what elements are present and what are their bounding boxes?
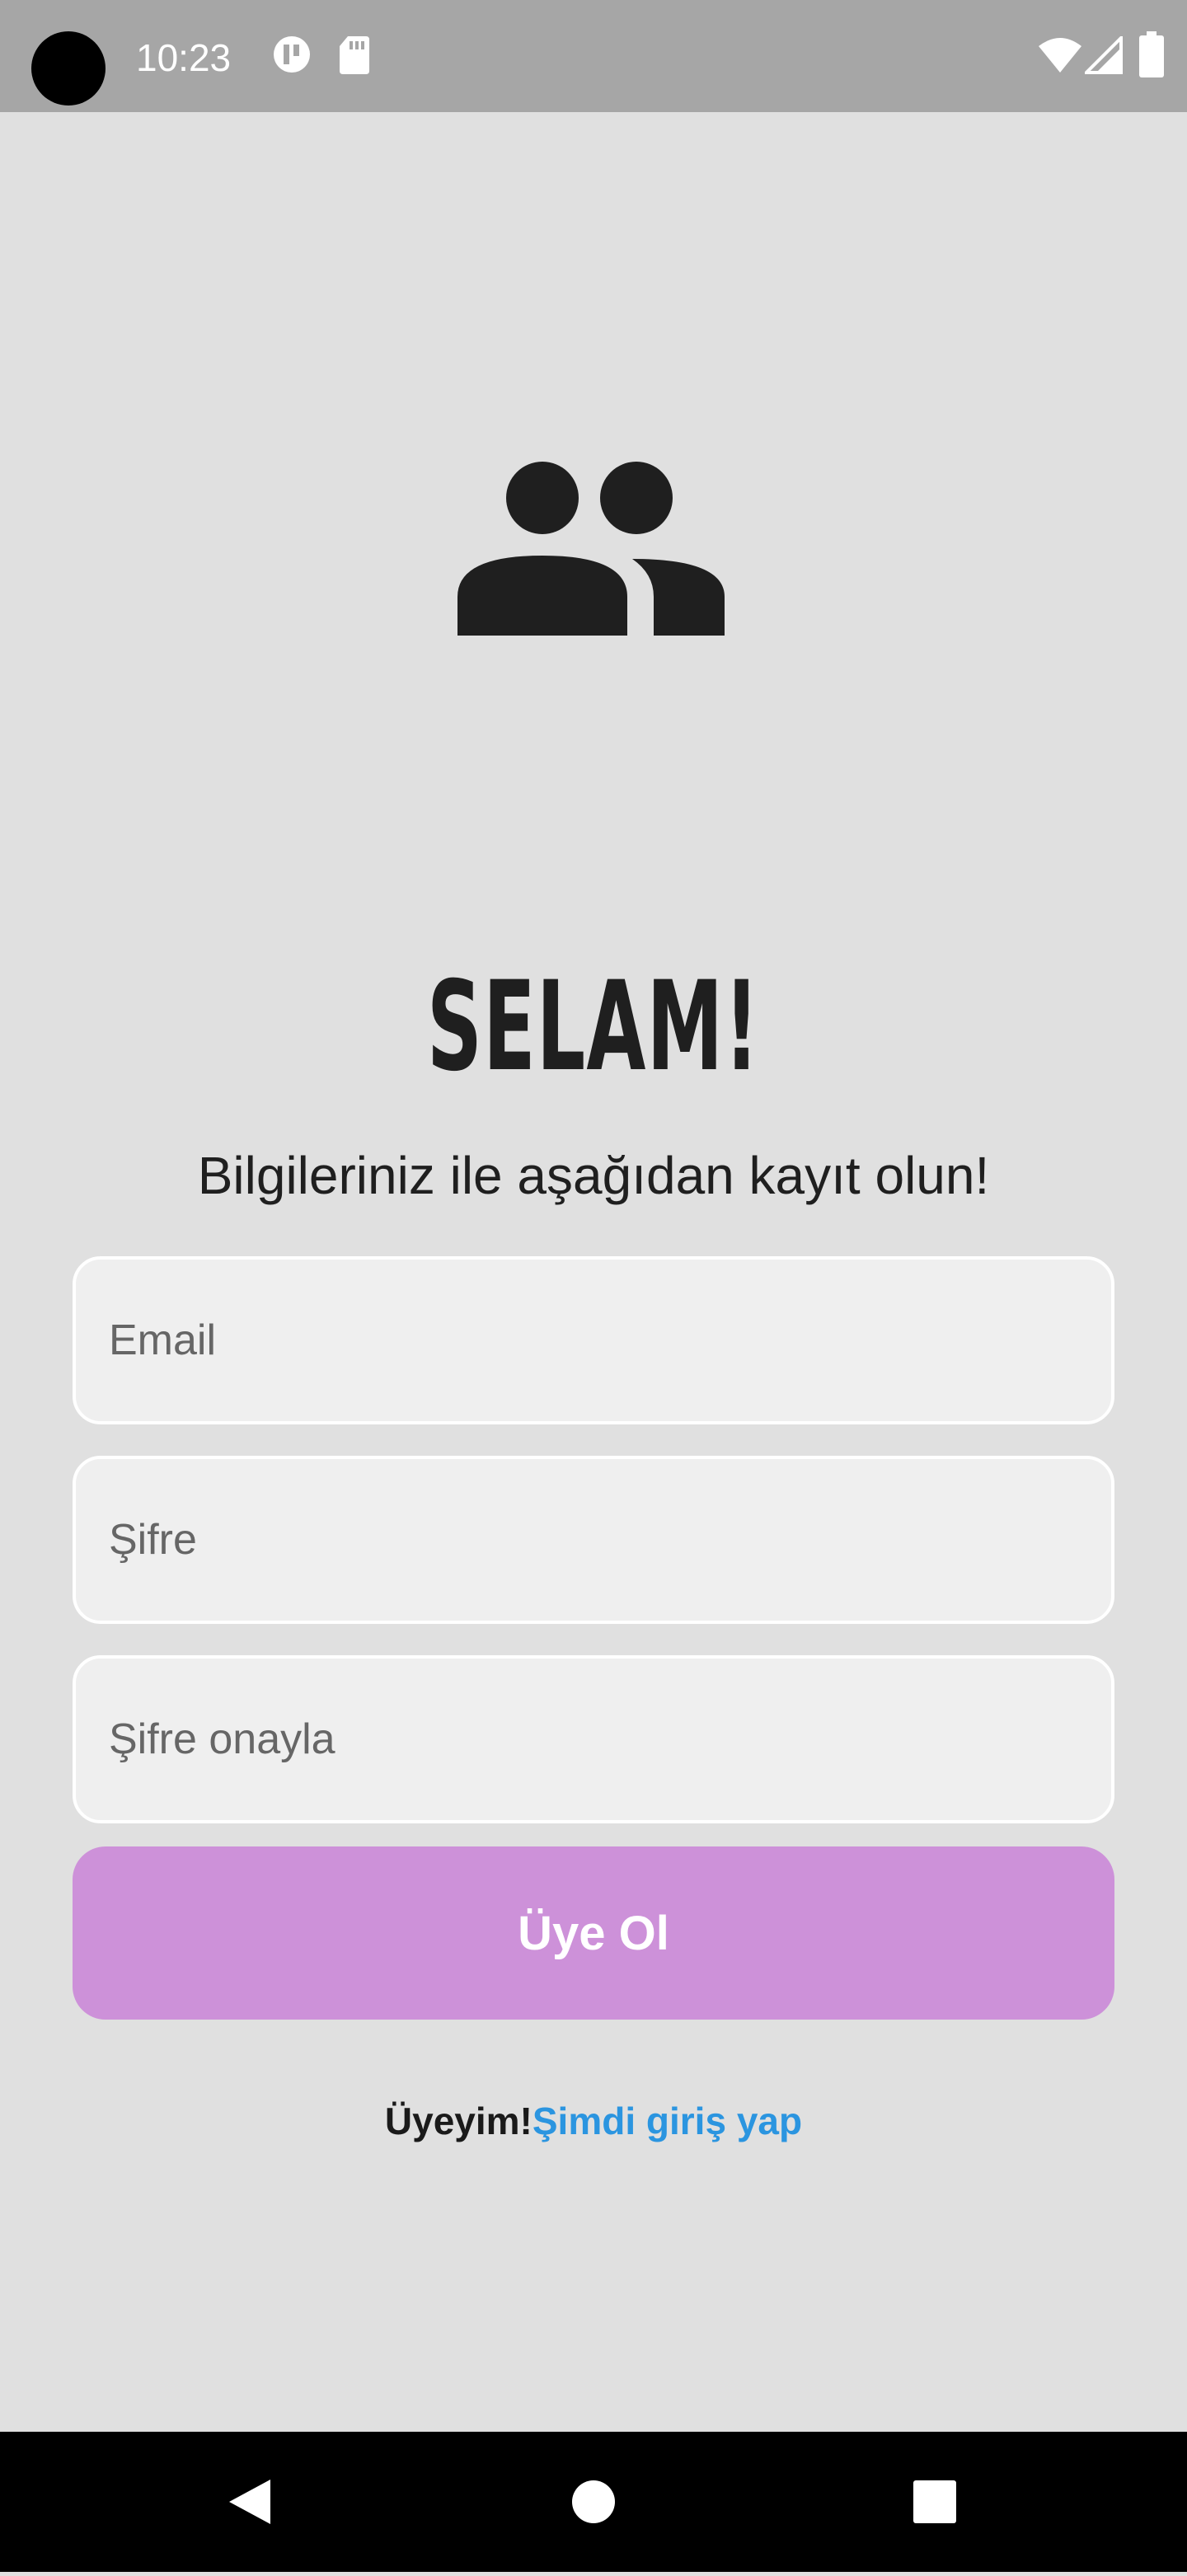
group-icon <box>457 458 730 636</box>
status-bar: 10:23 <box>0 0 1187 112</box>
login-link[interactable]: Şimdi giriş yap <box>533 2100 802 2142</box>
privacy-icon <box>270 33 313 80</box>
login-prompt-row: Üyeyim!Şimdi giriş yap <box>0 2092 1187 2150</box>
home-icon[interactable] <box>528 2432 659 2572</box>
password-confirm-field[interactable] <box>73 1655 1114 1823</box>
recents-icon[interactable] <box>869 2432 1001 2572</box>
password-confirm-input[interactable] <box>76 1659 1111 1820</box>
sd-card-icon <box>338 33 371 80</box>
password-input[interactable] <box>76 1459 1111 1621</box>
page-title: SELAM! <box>426 955 761 1099</box>
back-icon[interactable] <box>183 2432 315 2572</box>
signup-screen: SELAM! Bilgileriniz ile aşağıdan kayıt o… <box>0 112 1187 2432</box>
signal-icon <box>1082 34 1123 78</box>
camera-cutout <box>31 31 106 106</box>
email-field[interactable] <box>73 1256 1114 1424</box>
password-field[interactable] <box>73 1456 1114 1624</box>
status-time: 10:23 <box>136 36 232 79</box>
login-prompt-text: Üyeyim! <box>384 2100 533 2142</box>
wifi-icon <box>1037 36 1083 78</box>
page-subtitle: Bilgileriniz ile aşağıdan kayıt olun! <box>197 1146 990 1205</box>
signup-button[interactable]: Üye Ol <box>73 1846 1114 2020</box>
battery-icon <box>1139 31 1164 82</box>
navigation-bar <box>0 2432 1187 2572</box>
email-input[interactable] <box>76 1260 1111 1421</box>
